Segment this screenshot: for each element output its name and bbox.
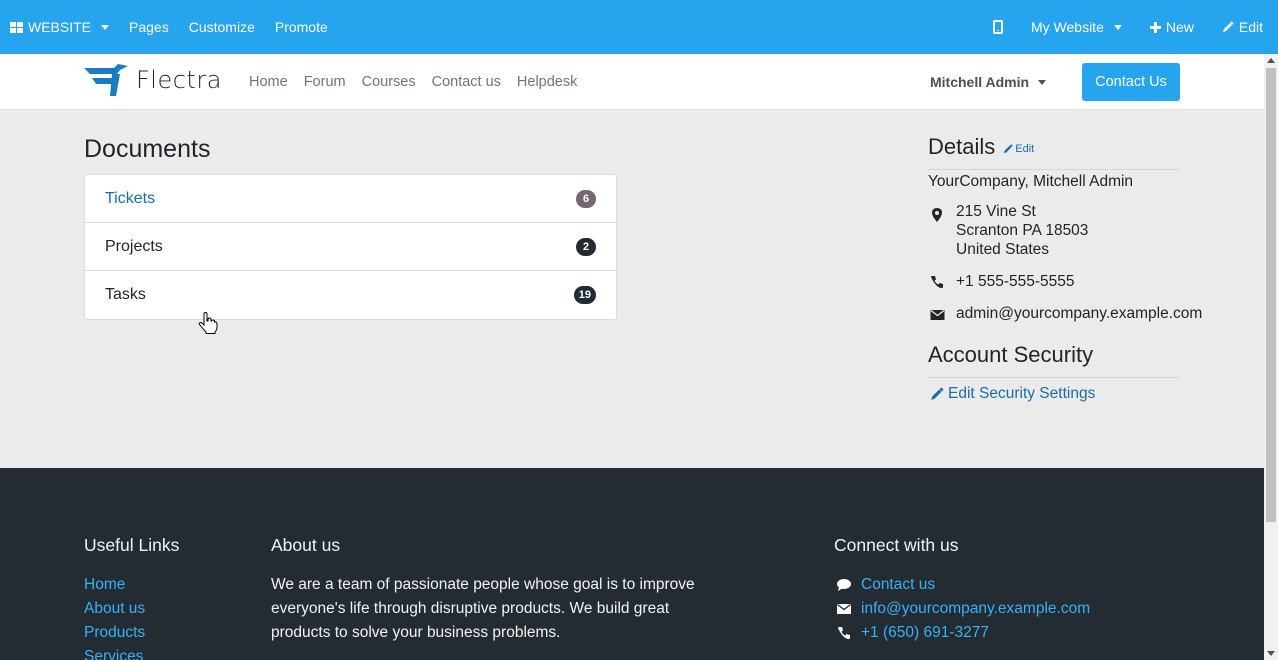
count-badge: 2: [576, 237, 596, 256]
pencil-icon: [1004, 144, 1014, 154]
connect-contact-label: Contact us: [861, 576, 936, 593]
documents-title: Documents: [84, 135, 211, 163]
company-name: YourCompany, Mitchell Admin: [928, 173, 1134, 190]
new-label: New: [1165, 19, 1194, 35]
edit-security-settings-link[interactable]: Edit Security Settings: [930, 385, 1095, 403]
connect-list: Contact us info@yourcompany.example.com …: [836, 573, 1090, 645]
footer-link-products[interactable]: Products: [84, 621, 145, 645]
customize-menu[interactable]: Customize: [189, 19, 255, 35]
list-item-tasks[interactable]: Tasks 19: [85, 271, 616, 319]
about-us-title: About us: [271, 535, 341, 555]
website-admin-bar: WEBSITE Pages Customize Promote My Websi…: [0, 0, 1278, 54]
list-item-label: Projects: [105, 237, 163, 255]
phone-icon: [931, 276, 943, 288]
envelope-icon: [930, 309, 945, 320]
user-name: Mitchell Admin: [930, 74, 1030, 90]
count-badge: 19: [573, 286, 596, 304]
map-marker-icon: [932, 208, 942, 222]
chevron-down-icon: [1113, 24, 1122, 30]
envelope-icon: [837, 603, 851, 614]
my-website-dropdown[interactable]: My Website: [1031, 19, 1122, 35]
edit-label: Edit: [1238, 19, 1263, 35]
chevron-down-icon: [101, 24, 110, 30]
list-item-label: Tasks: [105, 286, 146, 303]
divider: [928, 169, 1180, 170]
new-button[interactable]: New: [1149, 19, 1194, 35]
scroll-down-arrow-icon[interactable]: [1267, 651, 1275, 656]
user-dropdown[interactable]: Mitchell Admin: [930, 74, 1047, 90]
hand-cursor-icon: [198, 311, 218, 337]
plus-icon: [1149, 21, 1161, 33]
details-title: Details Edit: [928, 134, 1034, 160]
menu-item-home[interactable]: Home: [249, 74, 288, 90]
menu-item-helpdesk[interactable]: Helpdesk: [517, 74, 577, 90]
footer-link-about-us[interactable]: About us: [84, 597, 145, 621]
footer-link-home[interactable]: Home: [84, 573, 145, 597]
connect-title: Connect with us: [834, 535, 959, 555]
site-footer: Useful Links About us Connect with us Ho…: [0, 468, 1264, 660]
divider: [928, 377, 1180, 378]
footer-link-services[interactable]: Services: [84, 645, 145, 660]
phone-number: +1 555-555-5555: [956, 273, 1075, 290]
promote-menu[interactable]: Promote: [275, 19, 328, 35]
account-security-title: Account Security: [928, 342, 1094, 367]
address: 215 Vine St Scranton PA 18503 United Sta…: [956, 202, 1088, 259]
edit-details-link[interactable]: Edit: [1003, 143, 1034, 155]
pencil-icon: [931, 387, 944, 400]
phone-icon: [838, 627, 850, 639]
website-menu-label: WEBSITE: [28, 19, 92, 35]
address-line: Scranton PA 18503: [956, 222, 1089, 239]
chevron-down-icon: [1038, 79, 1047, 85]
scroll-up-arrow-icon[interactable]: [1267, 58, 1275, 63]
connect-contact-link[interactable]: Contact us: [836, 573, 1090, 597]
page-scrollbar[interactable]: [1264, 54, 1278, 660]
connect-email-label: info@yourcompany.example.com: [861, 600, 1091, 617]
mobile-preview-button[interactable]: [992, 20, 1003, 34]
contact-us-button[interactable]: Contact Us: [1082, 63, 1180, 101]
website-menu[interactable]: WEBSITE: [10, 19, 110, 35]
connect-phone-link[interactable]: +1 (650) 691-3277: [836, 621, 1090, 645]
list-item-tickets[interactable]: Tickets 6: [85, 175, 616, 223]
count-badge: 6: [576, 189, 596, 208]
details-heading: Details: [928, 134, 996, 159]
mobile-icon: [992, 20, 1003, 34]
comment-icon: [837, 579, 851, 591]
menu-item-forum[interactable]: Forum: [304, 74, 346, 90]
list-item-label: Tickets: [105, 189, 156, 207]
address-line: United States: [956, 241, 1050, 258]
documents-list: Tickets 6 Projects 2 Tasks 19: [84, 174, 617, 320]
about-us-text: We are a team of passionate people whose…: [271, 576, 695, 641]
address-line: 215 Vine St: [956, 203, 1036, 220]
edit-button[interactable]: Edit: [1222, 19, 1263, 35]
apps-grid-icon: [10, 21, 23, 33]
site-navbar: Flectra Home Forum Courses Contact us He…: [0, 54, 1264, 110]
email-address: admin@yourcompany.example.com: [956, 305, 1203, 322]
menu-item-courses[interactable]: Courses: [362, 74, 416, 90]
scroll-thumb[interactable]: [1266, 68, 1276, 522]
pages-menu[interactable]: Pages: [129, 19, 169, 35]
edit-label: Edit: [1015, 143, 1035, 155]
menu-item-contact-us[interactable]: Contact us: [432, 74, 501, 90]
flectra-logo-icon: [84, 64, 128, 96]
main-menu: Home Forum Courses Contact us Helpdesk: [249, 74, 577, 90]
logo-text: Flectra: [136, 66, 222, 94]
useful-links-title: Useful Links: [84, 535, 180, 555]
connect-phone-label: +1 (650) 691-3277: [861, 624, 989, 641]
site-logo[interactable]: Flectra: [84, 62, 222, 98]
my-website-label: My Website: [1030, 19, 1104, 35]
edit-security-label: Edit Security Settings: [948, 385, 1096, 402]
useful-links-list: Home About us Products Services: [84, 573, 145, 660]
pencil-icon: [1222, 21, 1234, 32]
list-item-projects[interactable]: Projects 2: [85, 223, 616, 271]
connect-email-link[interactable]: info@yourcompany.example.com: [836, 597, 1090, 621]
